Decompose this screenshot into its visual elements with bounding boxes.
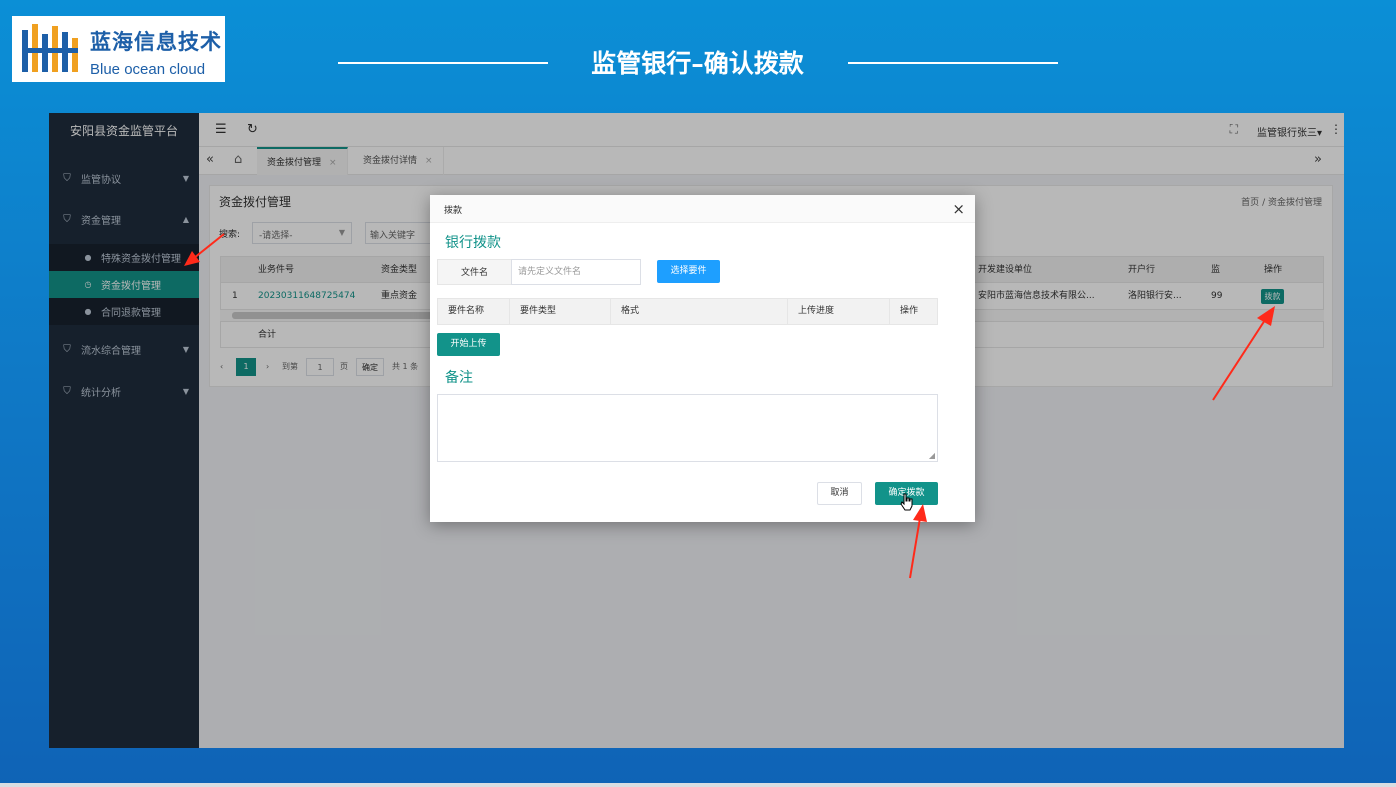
close-icon[interactable]: × <box>952 200 965 218</box>
logo-text-cn: 蓝海信息技术 <box>90 30 222 54</box>
hand-cursor-icon <box>900 493 913 511</box>
col-file-name: 要件名称 <box>438 299 510 324</box>
dialog-header: 拨款 × <box>430 195 975 223</box>
resize-grip-icon[interactable]: ◢ <box>929 451 935 460</box>
col-format: 格式 <box>611 299 788 324</box>
remark-textarea[interactable]: ◢ <box>437 394 938 462</box>
col-file-type: 要件类型 <box>510 299 611 324</box>
logo-mark-icon <box>22 24 78 72</box>
col-action: 操作 <box>900 306 919 316</box>
title-line-right <box>848 62 1058 64</box>
app-window: 安阳县资金监管平台 ⛉ 监管协议 ▼ ⛉ 资金管理 ▲ ● 特殊资金拨付管理 ◷… <box>49 113 1344 748</box>
slide-bottom-border <box>0 783 1396 787</box>
upload-table-header: 要件名称 要件类型 格式 上传进度 操作 <box>437 298 938 325</box>
dialog-title: 拨款 <box>444 206 463 216</box>
slide-title: 监管银行–确认拨款 <box>591 49 804 78</box>
section-bank-disburse: 银行拨款 <box>445 235 501 251</box>
col-progress: 上传进度 <box>788 299 890 324</box>
disburse-dialog: 拨款 × 银行拨款 文件名 请先定义文件名 选择要件 要件名称 要件类型 格式 … <box>430 195 975 522</box>
file-name-input[interactable]: 请先定义文件名 <box>511 259 641 285</box>
title-line-left <box>338 62 548 64</box>
select-file-button[interactable]: 选择要件 <box>657 260 720 283</box>
start-upload-button[interactable]: 开始上传 <box>437 333 500 356</box>
section-remark: 备注 <box>445 370 473 386</box>
file-name-label: 文件名 <box>437 259 512 285</box>
cancel-button[interactable]: 取消 <box>817 482 862 505</box>
logo-text-en: Blue ocean cloud <box>90 61 206 78</box>
company-logo: 蓝海信息技术 Blue ocean cloud <box>12 16 225 82</box>
